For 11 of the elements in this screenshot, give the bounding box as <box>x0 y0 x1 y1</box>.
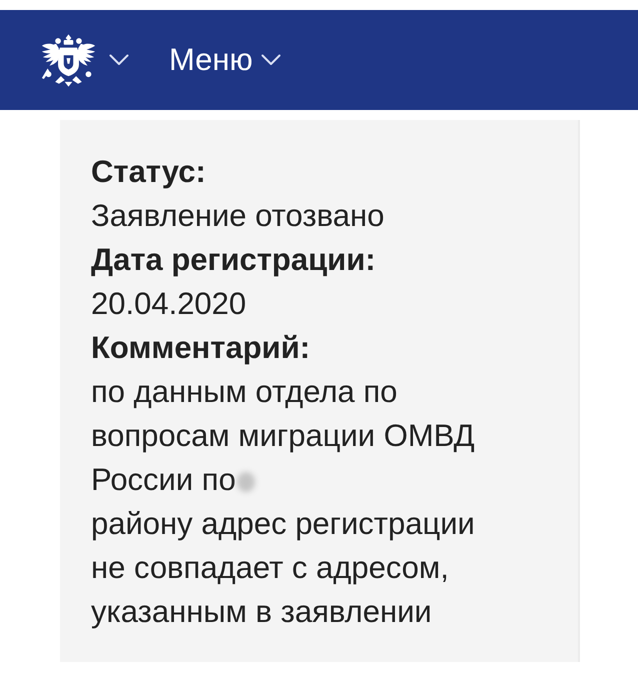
eagle-emblem-icon <box>40 32 97 88</box>
menu-button[interactable]: Меню <box>169 42 281 78</box>
field-label: Комментарий: <box>91 329 312 367</box>
chevron-down-icon <box>260 54 281 66</box>
field-value: Заявление отозвано <box>91 197 386 235</box>
emblem-dropdown-button[interactable] <box>40 32 129 88</box>
field-label: Статус: <box>91 153 207 191</box>
chevron-down-icon <box>109 54 129 66</box>
field-value: 20.04.2020 <box>91 285 248 323</box>
field-label: Дата регистрации: <box>91 241 377 279</box>
comment-text: району адрес регистрации не совпадает с адресом, указанным в заявлении <box>91 505 476 631</box>
